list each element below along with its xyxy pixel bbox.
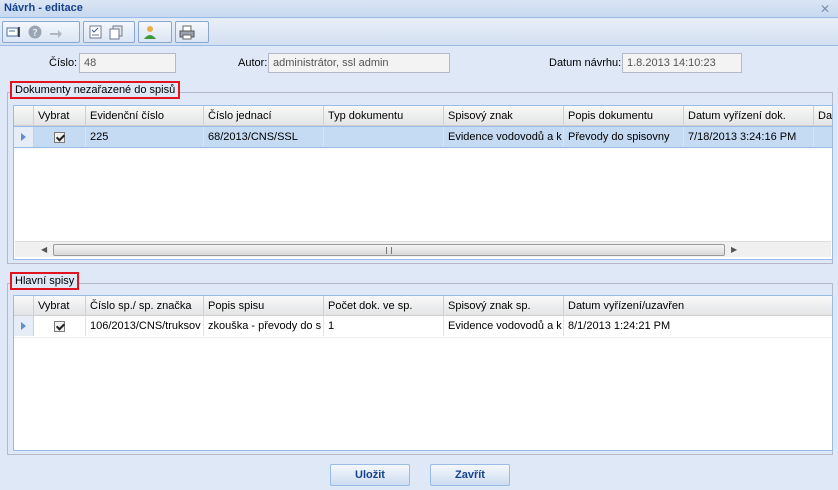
col-header-spisovy-znak-sp[interactable]: Spisový znak sp. — [444, 296, 564, 316]
horizontal-scrollbar[interactable]: ◀ ▶ — [15, 241, 831, 257]
col-header-popis-spisu[interactable]: Popis spisu — [204, 296, 324, 316]
col-header-popis-dokumentu[interactable]: Popis dokumentu — [564, 106, 684, 126]
vybrat-cell — [34, 127, 86, 147]
user-icon[interactable] — [141, 23, 159, 41]
vybrat-cell — [34, 316, 86, 336]
col-header-cislo-spisu[interactable]: Číslo sp./ sp. značka — [86, 296, 204, 316]
edit-form-icon[interactable] — [5, 23, 23, 41]
row-indicator — [14, 127, 34, 147]
window-title: Návrh - editace — [4, 2, 83, 14]
close-icon[interactable]: ✕ — [818, 2, 832, 16]
row-indicator-header — [14, 106, 34, 126]
cell-pocet-dok: 1 — [324, 316, 444, 336]
copy-icon[interactable] — [107, 23, 125, 41]
row-pointer-icon — [21, 133, 26, 141]
cislo-label: Číslo: — [49, 57, 78, 69]
toolbar-group-2 — [83, 21, 135, 43]
help-icon[interactable]: ? — [26, 23, 44, 41]
documents-grid-header: Vybrat Evidenční číslo Číslo jednací Typ… — [14, 106, 832, 126]
row-indicator — [14, 316, 34, 336]
datum-navrhu-label: Datum návrhu: — [549, 57, 622, 69]
print-icon[interactable] — [178, 23, 196, 41]
row-indicator-header — [14, 296, 34, 316]
main-files-panel-title: Hlavní spisy — [10, 272, 80, 290]
scroll-right-icon[interactable]: ▶ — [731, 245, 737, 254]
autor-label: Autor: — [238, 57, 268, 69]
col-header-typ-dokumentu[interactable]: Typ dokumentu — [324, 106, 444, 126]
close-button[interactable]: Zavřít — [430, 464, 510, 486]
checklist-icon[interactable] — [86, 23, 104, 41]
save-button[interactable]: Uložit — [330, 464, 410, 486]
cell-cislo-jednaci: 68/2013/CNS/SSL — [204, 127, 324, 147]
col-header-datum-vyrizeni-uzavreni[interactable]: Datum vyřízení/uzavřen — [564, 296, 832, 316]
col-header-vybrat[interactable]: Vybrat — [34, 106, 86, 126]
documents-panel-title: Dokumenty nezařazené do spisů — [10, 81, 181, 99]
toolbar: ? — [0, 19, 838, 46]
vybrat-checkbox[interactable] — [54, 320, 65, 332]
col-header-pocet-dok[interactable]: Počet dok. ve sp. — [324, 296, 444, 316]
cislo-field[interactable]: 48 — [79, 53, 176, 73]
documents-panel: Dokumenty nezařazené do spisů Vybrat Evi… — [7, 81, 833, 264]
vybrat-checkbox[interactable] — [54, 131, 65, 143]
row-pointer-icon — [21, 322, 26, 330]
documents-grid: Vybrat Evidenční číslo Číslo jednací Typ… — [13, 105, 833, 260]
datum-navrhu-field[interactable]: 1.8.2013 14:10:23 — [622, 53, 742, 73]
col-header-datum-vyrizeni[interactable]: Datum vyřízení dok. — [684, 106, 814, 126]
cell-typ-dokumentu — [324, 127, 444, 147]
scrollbar-thumb[interactable] — [53, 244, 725, 256]
main-files-grid-header: Vybrat Číslo sp./ sp. značka Popis spisu… — [14, 296, 832, 316]
col-header-extra[interactable]: Da — [814, 106, 832, 126]
cell-extra — [814, 127, 832, 147]
cell-evidencni-cislo: 225 — [86, 127, 204, 147]
table-row[interactable]: 106/2013/CNS/truksov zkouška - převody d… — [14, 316, 832, 338]
toolbar-group-4 — [175, 21, 209, 43]
cell-cislo-spisu: 106/2013/CNS/truksov — [86, 316, 204, 336]
main-files-grid: Vybrat Číslo sp./ sp. značka Popis spisu… — [13, 295, 833, 451]
forward-icon[interactable] — [47, 23, 65, 41]
cell-spisovy-znak-sp: Evidence vodovodů a k — [444, 316, 564, 336]
col-header-vybrat[interactable]: Vybrat — [34, 296, 86, 316]
svg-text:?: ? — [32, 28, 37, 39]
cell-popis-spisu: zkouška - převody do s — [204, 316, 324, 336]
cell-spisovy-znak: Evidence vodovodů a k — [444, 127, 564, 147]
toolbar-group-1: ? — [2, 21, 80, 43]
col-header-spisovy-znak[interactable]: Spisový znak — [444, 106, 564, 126]
col-header-evidencni-cislo[interactable]: Evidenční číslo — [86, 106, 204, 126]
table-row[interactable]: 225 68/2013/CNS/SSL Evidence vodovodů a … — [14, 126, 832, 148]
grip-icon — [386, 247, 392, 254]
header-form: Číslo: 48 Autor: administrátor, ssl admi… — [0, 52, 838, 76]
col-header-cislo-jednaci[interactable]: Číslo jednací — [204, 106, 324, 126]
cell-datum-vyrizeni-uzavreni: 8/1/2013 1:24:21 PM — [568, 320, 671, 332]
toolbar-group-3 — [138, 21, 172, 43]
cell-datum-vyrizeni: 7/18/2013 3:24:16 PM — [684, 127, 814, 147]
autor-field[interactable]: administrátor, ssl admin — [268, 53, 450, 73]
cell-popis-dokumentu: Převody do spisovny — [564, 127, 684, 147]
window-titlebar: Návrh - editace ✕ — [0, 0, 838, 18]
scroll-left-icon[interactable]: ◀ — [41, 245, 47, 254]
main-files-panel: Hlavní spisy Vybrat Číslo sp./ sp. značk… — [7, 272, 833, 455]
